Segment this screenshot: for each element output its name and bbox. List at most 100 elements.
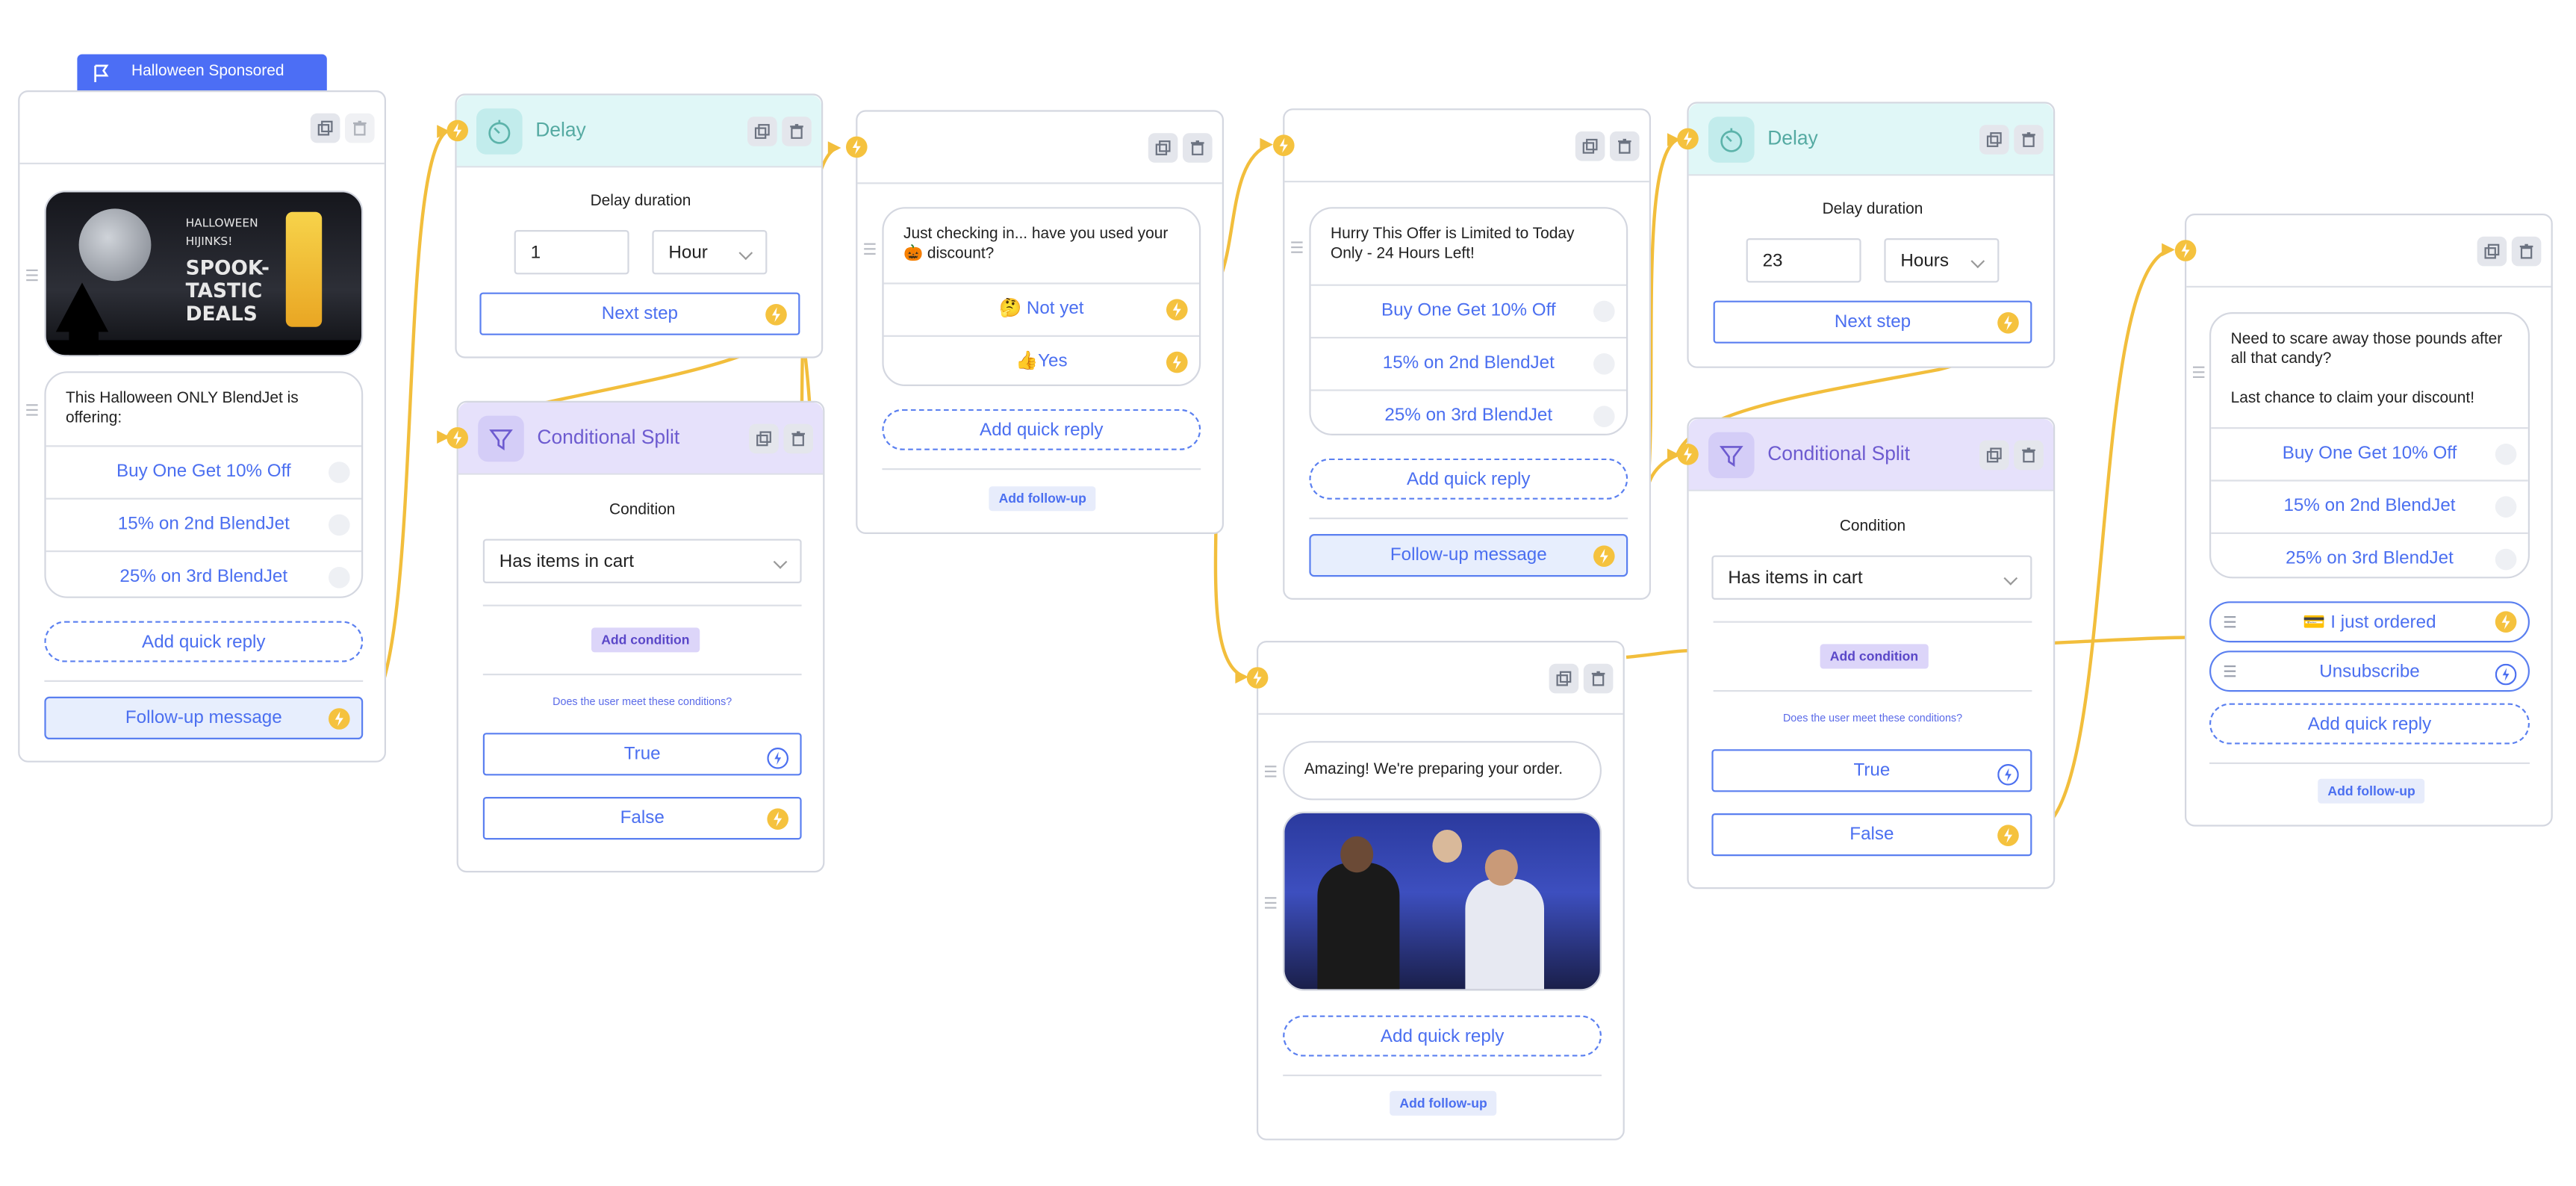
- add-follow-up-button[interactable]: Add follow-up: [989, 486, 1097, 512]
- link-icon: [1593, 406, 1615, 427]
- drag-handle-icon[interactable]: [2193, 366, 2205, 378]
- true-branch-button[interactable]: True: [482, 733, 802, 776]
- text-message-bubble[interactable]: Hurry This Offer is Limited to Today Onl…: [1309, 207, 1628, 435]
- drag-handle-icon[interactable]: [1265, 897, 1277, 909]
- message-node-4[interactable]: Amazing! We're preparing your order. Add…: [1257, 641, 1625, 1140]
- button-buy-one-get-10[interactable]: Buy One Get 10% Off: [46, 445, 361, 497]
- divider: [44, 680, 364, 682]
- delay-node-2[interactable]: Delay Delay duration 23 Hours Next step: [1687, 102, 2056, 368]
- condition-select[interactable]: Has items in cart: [1711, 555, 2032, 600]
- true-branch-button[interactable]: True: [1711, 749, 2032, 792]
- node-header: [19, 92, 385, 164]
- trash-icon[interactable]: [783, 423, 813, 454]
- add-follow-up-button[interactable]: Add follow-up: [2318, 778, 2425, 804]
- button-15-on-2nd[interactable]: 15% on 2nd BlendJet: [46, 497, 361, 550]
- drag-handle-icon[interactable]: [2224, 616, 2236, 628]
- entry-port-split-2[interactable]: [1677, 444, 1699, 465]
- add-quick-reply-button[interactable]: Add quick reply: [882, 409, 1201, 450]
- copy-icon[interactable]: [2477, 236, 2507, 267]
- entry-port-split-1[interactable]: [447, 427, 468, 449]
- drag-handle-icon[interactable]: [26, 404, 38, 416]
- node-title: Conditional Split: [1767, 441, 1910, 465]
- condition-select[interactable]: Has items in cart: [482, 538, 802, 583]
- copy-icon[interactable]: [1148, 133, 1178, 163]
- false-branch-button[interactable]: False: [1711, 813, 2032, 857]
- next-step-button[interactable]: Next step: [1713, 300, 2032, 344]
- delay-header: Delay: [1688, 103, 2053, 176]
- text-message-bubble[interactable]: Need to scare away those pounds after al…: [2209, 312, 2530, 579]
- conditional-split-node-2[interactable]: Conditional Split Condition Has items in…: [1687, 417, 2056, 890]
- delay-unit-select[interactable]: Hour: [652, 230, 768, 275]
- button-buy-one-get-10[interactable]: Buy One Get 10% Off: [2211, 427, 2528, 479]
- button-15-on-2nd[interactable]: 15% on 2nd BlendJet: [1310, 337, 1626, 389]
- button-not-yet[interactable]: 🤔 Not yet: [883, 282, 1199, 335]
- drag-handle-icon[interactable]: [1291, 241, 1303, 253]
- message-text: Just checking in... have you used your 🎃…: [903, 225, 1169, 263]
- copy-icon[interactable]: [747, 117, 777, 146]
- button-25-on-3rd[interactable]: 25% on 3rd BlendJet: [2211, 532, 2528, 577]
- false-branch-button[interactable]: False: [482, 797, 802, 840]
- entry-port-message-4[interactable]: [1246, 667, 1269, 689]
- button-yes[interactable]: 👍Yes: [883, 335, 1199, 385]
- text-message-bubble[interactable]: Just checking in... have you used your 🎃…: [882, 207, 1201, 386]
- add-quick-reply-button[interactable]: Add quick reply: [1309, 458, 1628, 500]
- copy-icon[interactable]: [1549, 663, 1579, 694]
- follow-up-message-button[interactable]: Follow-up message: [44, 696, 364, 739]
- button-15-on-2nd[interactable]: 15% on 2nd BlendJet: [2211, 479, 2528, 532]
- delay-value-input[interactable]: 1: [514, 230, 629, 275]
- message-node-2[interactable]: Just checking in... have you used your 🎃…: [856, 110, 1224, 534]
- trash-icon[interactable]: [2014, 440, 2044, 471]
- add-quick-reply-button[interactable]: Add quick reply: [2209, 703, 2530, 745]
- entry-port-message-5[interactable]: [2174, 240, 2197, 261]
- drag-handle-icon[interactable]: [1265, 766, 1277, 777]
- add-condition-button[interactable]: Add condition: [1820, 644, 1929, 669]
- conditional-split-node-1[interactable]: Conditional Split Condition Has items in…: [456, 400, 825, 873]
- copy-icon[interactable]: [749, 423, 779, 454]
- delay-node-1[interactable]: Delay Delay duration 1 Hour Next step: [455, 93, 824, 358]
- trash-icon[interactable]: [1583, 663, 1614, 694]
- entry-port-delay-2[interactable]: [1677, 128, 1699, 150]
- bolt-outline-icon: [767, 745, 789, 786]
- trash-icon[interactable]: [1183, 133, 1213, 163]
- trash-icon[interactable]: [2511, 236, 2542, 267]
- message-node-3[interactable]: Hurry This Offer is Limited to Today Onl…: [1283, 108, 1651, 600]
- condition-question: Does the user meet these conditions?: [1782, 712, 1963, 725]
- quick-reply-just-ordered[interactable]: 💳 I just ordered: [2209, 601, 2530, 643]
- trash-icon[interactable]: [345, 113, 375, 143]
- quick-reply-unsubscribe[interactable]: Unsubscribe: [2209, 651, 2530, 692]
- drag-handle-icon[interactable]: [2224, 665, 2236, 677]
- entry-port-delay-1[interactable]: [447, 119, 468, 142]
- bolt-outline-icon: [2495, 660, 2517, 700]
- entry-port-message-2[interactable]: [846, 136, 868, 158]
- delay-unit-select[interactable]: Hours: [1884, 238, 2000, 283]
- follow-up-message-button[interactable]: Follow-up message: [1309, 534, 1628, 577]
- flag-label: Halloween Sponsored: [131, 62, 284, 81]
- next-step-button[interactable]: Next step: [479, 292, 800, 335]
- add-quick-reply-button[interactable]: Add quick reply: [44, 621, 364, 662]
- trash-icon[interactable]: [1610, 131, 1640, 161]
- button-25-on-3rd[interactable]: 25% on 3rd BlendJet: [1310, 389, 1626, 433]
- drag-handle-icon[interactable]: [864, 243, 876, 255]
- delay-value-input[interactable]: 23: [1746, 238, 1861, 283]
- message-node-5[interactable]: Need to scare away those pounds after al…: [2185, 214, 2553, 827]
- trash-icon[interactable]: [2014, 125, 2044, 155]
- text-message-bubble[interactable]: Amazing! We're preparing your order.: [1283, 741, 1602, 801]
- copy-icon[interactable]: [1979, 440, 2009, 471]
- entry-port-message-3[interactable]: [1273, 134, 1295, 156]
- link-icon: [2495, 548, 2517, 571]
- trash-icon[interactable]: [782, 117, 812, 146]
- add-condition-button[interactable]: Add condition: [591, 627, 700, 653]
- message-node-1[interactable]: HALLOWEEN HIJINKS! SPOOK- TASTIC DEALS T…: [18, 90, 386, 763]
- drag-handle-icon[interactable]: [26, 269, 38, 282]
- copy-icon[interactable]: [1575, 131, 1605, 161]
- button-buy-one-get-10[interactable]: Buy One Get 10% Off: [1310, 284, 1626, 337]
- text-message-bubble[interactable]: This Halloween ONLY BlendJet is offering…: [44, 371, 364, 598]
- campaign-flag: Halloween Sponsored: [77, 54, 327, 90]
- add-follow-up-button[interactable]: Add follow-up: [1390, 1090, 1497, 1116]
- copy-icon[interactable]: [310, 113, 340, 143]
- add-quick-reply-button[interactable]: Add quick reply: [1283, 1015, 1602, 1057]
- button-25-on-3rd[interactable]: 25% on 3rd BlendJet: [46, 550, 361, 597]
- chevron-down-icon: [1970, 254, 1985, 269]
- divider: [882, 468, 1201, 471]
- copy-icon[interactable]: [1979, 125, 2009, 155]
